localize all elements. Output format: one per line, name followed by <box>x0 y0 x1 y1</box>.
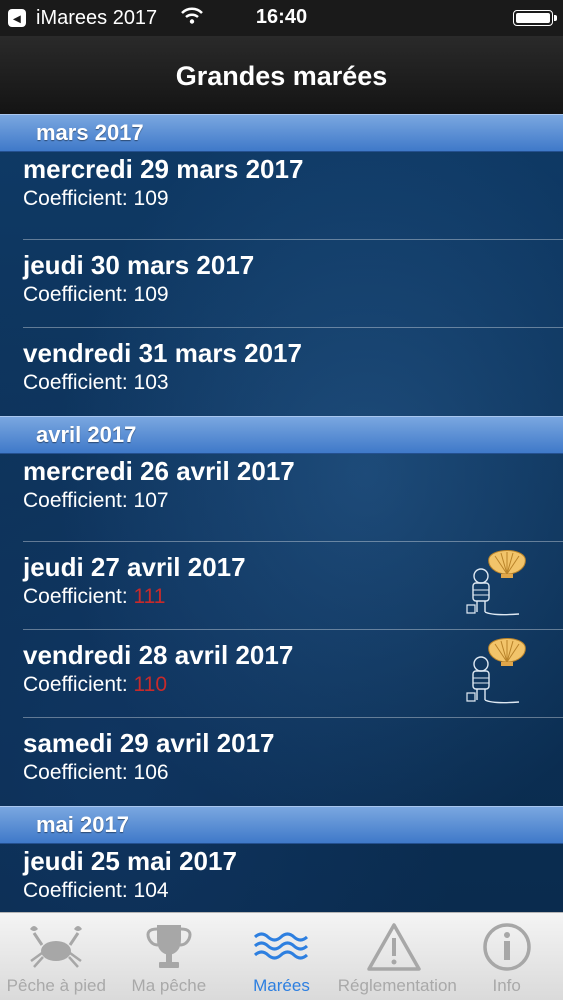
coefficient: Coefficient: 104 <box>23 879 169 903</box>
tab-label: Ma pêche <box>131 976 207 995</box>
coefficient: Coefficient: 107 <box>23 489 169 513</box>
tab-bar: Pêche à pied Ma pêche Marées Réglementat… <box>0 912 563 1000</box>
tab-info[interactable]: Info <box>450 913 563 1000</box>
coefficient-label: Coefficient: <box>23 187 128 210</box>
coefficient-value: 107 <box>133 489 169 512</box>
waves-icon <box>254 932 309 960</box>
list-item[interactable]: jeudi 30 mars 2017 Coefficient: 109 <box>0 240 563 328</box>
coefficient-value-high: 111 <box>133 585 166 608</box>
info-icon <box>482 923 531 971</box>
page-title: Grandes marées <box>175 60 388 91</box>
tide-date: mercredi 29 mars 2017 <box>23 154 304 184</box>
tab-label: Marées <box>253 976 310 995</box>
coefficient-label: Coefficient: <box>23 673 128 696</box>
shell-fishing-icon <box>466 638 526 704</box>
tab-label: Pêche à pied <box>6 976 106 995</box>
tide-date: jeudi 27 avril 2017 <box>23 552 246 582</box>
coefficient: Coefficient: 110 <box>23 673 167 697</box>
tab-label: Réglementation <box>337 976 457 995</box>
coefficient: Coefficient: 106 <box>23 761 169 785</box>
list-item[interactable]: samedi 29 avril 2017 Coefficient: 106 <box>0 718 563 806</box>
coefficient-label: Coefficient: <box>23 879 128 902</box>
coefficient-value-high: 110 <box>133 673 167 696</box>
tab-peche-a-pied[interactable]: Pêche à pied <box>0 913 113 1000</box>
coefficient-label: Coefficient: <box>23 761 128 784</box>
navigation-bar: Grandes marées <box>0 36 563 114</box>
trophy-icon <box>146 925 192 968</box>
clock: 16:40 <box>255 6 308 28</box>
section-header-mars: mars 2017 <box>0 114 563 152</box>
tide-date: jeudi 30 mars 2017 <box>23 250 255 280</box>
list-item[interactable]: mercredi 29 mars 2017 Coefficient: 109 <box>0 152 563 240</box>
list-item[interactable]: vendredi 28 avril 2017 Coefficient: 110 <box>0 630 563 718</box>
tide-date: samedi 29 avril 2017 <box>23 728 275 758</box>
warning-icon <box>367 923 421 971</box>
coefficient-label: Coefficient: <box>23 585 128 608</box>
coefficient-value: 106 <box>133 761 169 784</box>
tab-ma-peche[interactable]: Ma pêche <box>113 913 226 1000</box>
tide-date: vendredi 28 avril 2017 <box>23 640 294 670</box>
list-item[interactable]: jeudi 25 mai 2017 Coefficient: 104 <box>0 844 563 912</box>
coefficient: Coefficient: 109 <box>23 283 169 307</box>
coefficient: Coefficient: 109 <box>23 187 169 211</box>
tide-date: mercredi 26 avril 2017 <box>23 456 295 486</box>
coefficient-value: 103 <box>133 371 169 394</box>
coefficient: Coefficient: 111 <box>23 585 165 609</box>
list-item[interactable]: jeudi 27 avril 2017 Coefficient: 111 <box>0 542 563 630</box>
tab-reglementation[interactable]: Réglementation <box>337 913 457 1000</box>
coefficient-value: 109 <box>133 283 169 306</box>
list-item[interactable]: vendredi 31 mars 2017 Coefficient: 103 <box>0 328 563 416</box>
shell-fishing-icon <box>466 550 526 616</box>
section-header-mai: mai 2017 <box>0 806 563 844</box>
coefficient-label: Coefficient: <box>23 489 128 512</box>
tide-date: jeudi 25 mai 2017 <box>23 846 237 876</box>
section-header-avril: avril 2017 <box>0 416 563 454</box>
tide-date: vendredi 31 mars 2017 <box>23 338 302 368</box>
tab-marees[interactable]: Marées <box>225 913 338 1000</box>
crab-icon <box>30 926 83 968</box>
list-item[interactable]: mercredi 26 avril 2017 Coefficient: 107 <box>0 454 563 542</box>
status-bar: ◂ iMarees 2017 16:40 <box>0 0 563 36</box>
coefficient-label: Coefficient: <box>23 371 128 394</box>
battery-icon <box>513 10 557 26</box>
tides-list[interactable]: mars 2017 mercredi 29 mars 2017 Coeffici… <box>0 114 563 912</box>
coefficient-value: 109 <box>133 187 169 210</box>
coefficient-value: 104 <box>133 879 169 902</box>
coefficient: Coefficient: 103 <box>23 371 169 395</box>
tab-label: Info <box>492 976 521 995</box>
coefficient-label: Coefficient: <box>23 283 128 306</box>
